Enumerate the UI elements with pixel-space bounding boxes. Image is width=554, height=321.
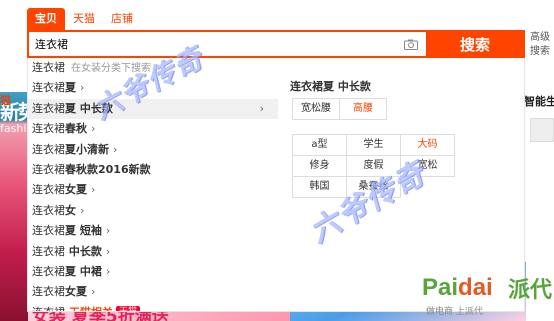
attribute-grid: a型 学生 大码修身 度假 宽松韩国 桑蚕丝 xyxy=(292,134,455,198)
suggestion-completion: 夏 中裙 xyxy=(65,264,102,278)
tab-shops[interactable]: 店铺 xyxy=(103,8,141,30)
tab-tmall[interactable]: 天猫 xyxy=(65,8,103,30)
suggestion-item[interactable]: 连衣裙女夏 › xyxy=(28,282,278,302)
attribute-button[interactable]: 学生 xyxy=(346,134,401,156)
chevron-right-icon: › xyxy=(80,81,85,95)
suggestion-completion: 女夏 xyxy=(65,285,87,299)
attribute-panel-title: 连衣裙夏 中长款 xyxy=(290,80,371,93)
attribute-button[interactable]: 大码 xyxy=(400,134,455,156)
chevron-right-icon: › xyxy=(105,224,111,238)
suggestion-prefix: 连衣裙 xyxy=(32,306,65,311)
attribute-button[interactable]: 宽松 xyxy=(400,155,455,177)
suggestion-item[interactable]: 连衣裙女夏 › xyxy=(28,180,278,200)
suggestion-item[interactable]: 连衣裙女 › xyxy=(28,201,278,221)
suggestion-completion: 夏 短袖 xyxy=(65,224,102,238)
search-input[interactable] xyxy=(29,32,396,56)
suggestion-prefix: 连衣裙 xyxy=(32,183,65,197)
chevron-right-icon: › xyxy=(113,142,118,156)
suggestion-item[interactable]: 连衣裙夏 › xyxy=(28,78,278,98)
suggestion-prefix: 连衣裙 xyxy=(32,244,65,258)
suggestion-list: 连衣裙 在女装分类下搜索 连衣裙夏 › 连衣裙夏 中长款 › 连衣裙春秋 › 连衣裙夏小清新 › 连… xyxy=(28,58,278,311)
suggestion-prefix: 连衣裙 xyxy=(32,203,65,217)
background-thumbnail xyxy=(530,118,554,142)
suggestion-item-tmall[interactable]: 连衣裙天猫相关天猫 xyxy=(28,303,278,311)
camera-icon[interactable] xyxy=(396,32,426,56)
suggestion-item[interactable]: 连衣裙春秋款2016新款 xyxy=(28,160,278,180)
chevron-right-icon: › xyxy=(80,203,85,217)
chevron-right-icon: › xyxy=(259,101,264,115)
suggestion-hint: 在女装分类下搜索 xyxy=(71,63,151,74)
suggestion-prefix: 连衣裙 xyxy=(32,101,65,115)
tmall-related-label: 天猫相关 xyxy=(69,306,113,311)
suggestion-prefix: 连衣裙 xyxy=(32,162,65,176)
attribute-button[interactable]: 桑蚕丝 xyxy=(346,176,401,198)
advanced-search-link[interactable]: 高级搜索 xyxy=(530,31,554,59)
suggestion-completion: 春秋 xyxy=(65,122,87,136)
logo-chinese: 派代 xyxy=(508,278,553,303)
suggestion-completion: 女夏 xyxy=(65,183,87,197)
attribute-row-primary: 宽松腰 高腰 xyxy=(292,98,387,120)
logo-latin-b: dai xyxy=(458,274,493,301)
suggestion-item[interactable]: 连衣裙夏 中裙 › xyxy=(28,262,278,282)
suggestion-item[interactable]: 连衣裙 中长款 › xyxy=(28,242,278,262)
suggestion-completion: 春秋款2016新款 xyxy=(65,162,151,176)
suggestion-prefix: 连衣裙 xyxy=(32,61,65,74)
suggestion-prefix: 连衣裙 xyxy=(32,122,65,136)
tmall-badge: 天猫 xyxy=(116,306,141,311)
suggestion-prefix: 连衣裙 xyxy=(32,81,65,95)
logo-subtitle: 做电商 上派代 xyxy=(426,307,483,317)
search-button[interactable]: 搜索 xyxy=(426,31,524,57)
search-type-tabs: 宝贝 天猫 店铺 xyxy=(27,8,141,30)
attribute-button[interactable]: 韩国 xyxy=(292,176,347,198)
logo-latin-a: Pai xyxy=(422,274,459,301)
suggestion-item[interactable]: 连衣裙夏 中长款 › xyxy=(28,98,278,120)
attribute-button[interactable]: 度假 xyxy=(346,155,401,177)
suggestion-prefix: 连衣裙 xyxy=(32,142,65,156)
logo-latin: Paidai xyxy=(422,274,493,302)
chevron-right-icon: › xyxy=(91,285,96,299)
background-banner-subtext: fashio xyxy=(0,122,28,135)
background-promo-banner-left: 新势 fashio xyxy=(0,92,28,321)
suggestion-completion: 中长款 xyxy=(65,244,102,258)
background-category-label: 猫 xyxy=(0,94,11,107)
search-bar: 搜索 xyxy=(27,30,525,58)
suggestion-prefix: 连衣裙 xyxy=(32,285,65,299)
suggestion-completion: 夏小清新 xyxy=(65,142,109,156)
attribute-button[interactable]: 高腰 xyxy=(339,98,387,120)
suggestion-prefix: 连衣裙 xyxy=(32,224,65,238)
chevron-right-icon: › xyxy=(105,244,111,258)
suggestion-item[interactable]: 连衣裙夏 短袖 › xyxy=(28,221,278,241)
background-section-title: 智能生 xyxy=(524,95,554,108)
suggestion-item[interactable]: 连衣裙 在女装分类下搜索 xyxy=(28,58,278,78)
attribute-button[interactable]: 修身 xyxy=(292,155,347,177)
chevron-right-icon: › xyxy=(105,264,111,278)
suggestion-prefix: 连衣裙 xyxy=(32,264,65,278)
chevron-right-icon: › xyxy=(91,122,96,136)
attribute-button[interactable]: 宽松腰 xyxy=(292,98,340,120)
suggestion-completion: 女 xyxy=(65,203,76,217)
chevron-right-icon: › xyxy=(91,183,96,197)
tab-items[interactable]: 宝贝 xyxy=(27,8,65,30)
suggestion-completion: 夏 中长款 xyxy=(65,101,113,115)
suggestion-item[interactable]: 连衣裙夏小清新 › xyxy=(28,140,278,160)
attribute-button[interactable]: a型 xyxy=(292,134,347,156)
suggestion-completion: 夏 xyxy=(65,81,76,95)
suggestion-item[interactable]: 连衣裙春秋 › xyxy=(28,119,278,139)
paidai-logo: Paidai 派代 做电商 上派代 xyxy=(422,270,554,321)
